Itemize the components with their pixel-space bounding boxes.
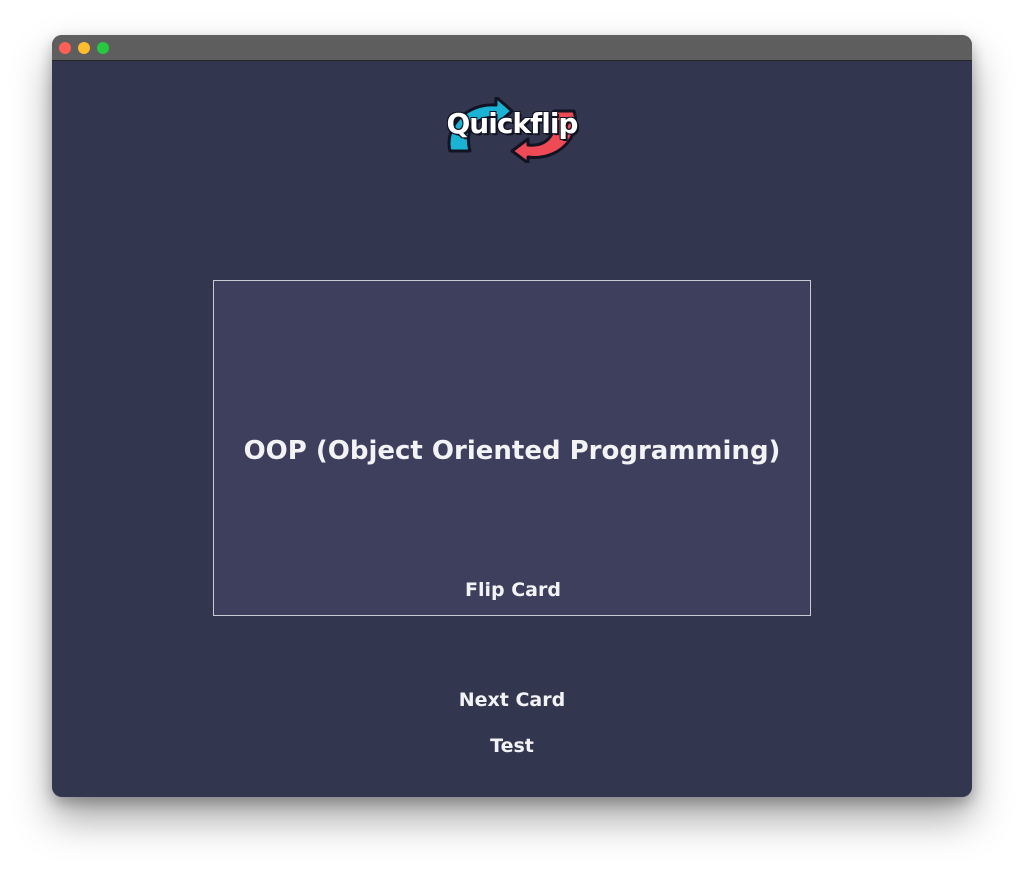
title-bar[interactable]	[52, 35, 972, 61]
zoom-window-button[interactable]	[97, 42, 109, 54]
minimize-window-button[interactable]	[78, 42, 90, 54]
app-window: Quickflip OOP (Object Oriented Programmi…	[52, 35, 972, 797]
flip-card-button[interactable]: Flip Card	[448, 575, 578, 605]
logo-text: Quickflip	[446, 107, 579, 140]
close-window-button[interactable]	[59, 42, 71, 54]
card-term: OOP (Object Oriented Programming)	[243, 436, 781, 466]
next-card-button[interactable]: Next Card	[422, 685, 602, 715]
flashcard[interactable]: OOP (Object Oriented Programming) Flip C…	[213, 280, 811, 616]
test-button[interactable]: Test	[422, 731, 602, 761]
quickflip-logo: Quickflip	[436, 97, 588, 163]
